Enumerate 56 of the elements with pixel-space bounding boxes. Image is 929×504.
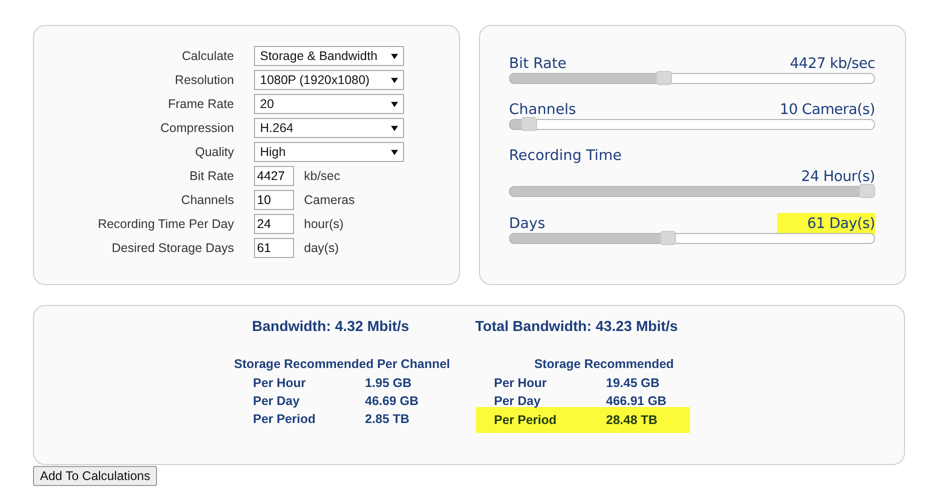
field-label: Desired Storage Days (110, 240, 234, 257)
table-cell-text: 2.85 TB (365, 411, 410, 428)
dropdown[interactable]: High (254, 142, 404, 162)
table-cell-text: 466.91 GB (606, 393, 666, 410)
dropdown[interactable]: Storage & Bandwidth (254, 46, 404, 66)
dropdown[interactable]: 20 (254, 94, 404, 114)
table-title: Storage Recommended Per Channel (232, 357, 452, 371)
slider-label: Recording Time (509, 147, 622, 165)
add-button[interactable]: Add To Calculations (33, 466, 158, 486)
table-cell-text: Per Day (494, 393, 542, 410)
table-cell-text: 46.69 GB (365, 393, 419, 410)
field-label: Calculate (180, 48, 234, 65)
table-cell-text: Per Hour (253, 375, 307, 392)
caret-icon (391, 148, 398, 156)
slider-value: 10 Camera(s) (780, 101, 875, 119)
slider-value: 24 Hour(s) (801, 168, 875, 186)
table-cell-text: 19.45 GB (606, 375, 660, 392)
slider[interactable] (509, 184, 875, 199)
input-field[interactable]: 61 (254, 238, 294, 258)
slider-label: Channels (509, 101, 576, 119)
table-title: Storage Recommended (533, 357, 675, 371)
total-bandwidth-text: Total Bandwidth: 43.23 Mbit/s (475, 319, 678, 335)
unit-label: day(s) (304, 241, 339, 255)
dropdown[interactable]: 1080P (1920x1080) (254, 70, 404, 90)
table-cell-text: 1.95 GB (365, 375, 412, 392)
field-label: Quality (194, 144, 234, 161)
slider-value: 4427 kb/sec (790, 55, 875, 73)
table-cell-text: Per Period (494, 412, 558, 429)
field-label: Recording Time Per Day (96, 216, 234, 233)
field-label: Compression (159, 120, 234, 137)
field-label: Frame Rate (167, 96, 234, 113)
slider[interactable] (509, 71, 875, 86)
slider[interactable] (509, 117, 875, 132)
dropdown[interactable]: H.264 (254, 118, 404, 138)
slider-label: Bit Rate (509, 55, 567, 73)
table-cell-text: 28.48 TB (606, 412, 658, 429)
slider-label: Days (509, 215, 546, 233)
caret-icon (391, 52, 398, 60)
caret-icon (391, 76, 398, 84)
field-label: Bit Rate (188, 168, 234, 185)
bandwidth-text: Bandwidth: 4.32 Mbit/s (252, 319, 410, 335)
unit-label: kb/sec (304, 169, 340, 183)
field-label: Resolution (174, 72, 234, 89)
slider[interactable] (509, 231, 875, 246)
unit-label: hour(s) (304, 217, 344, 231)
slider-value: 61 Day(s) (777, 213, 875, 235)
field-label: Channels (180, 192, 234, 209)
table-cell-text: Per Period (253, 411, 317, 428)
caret-icon (391, 100, 398, 108)
table-cell-text: Per Hour (494, 375, 548, 392)
unit-label: Cameras (304, 193, 355, 207)
table-cell-text: Per Day (253, 393, 301, 410)
input-field[interactable]: 24 (254, 214, 294, 234)
input-field[interactable]: 4427 (254, 166, 294, 186)
caret-icon (391, 124, 398, 132)
input-field[interactable]: 10 (254, 190, 294, 210)
